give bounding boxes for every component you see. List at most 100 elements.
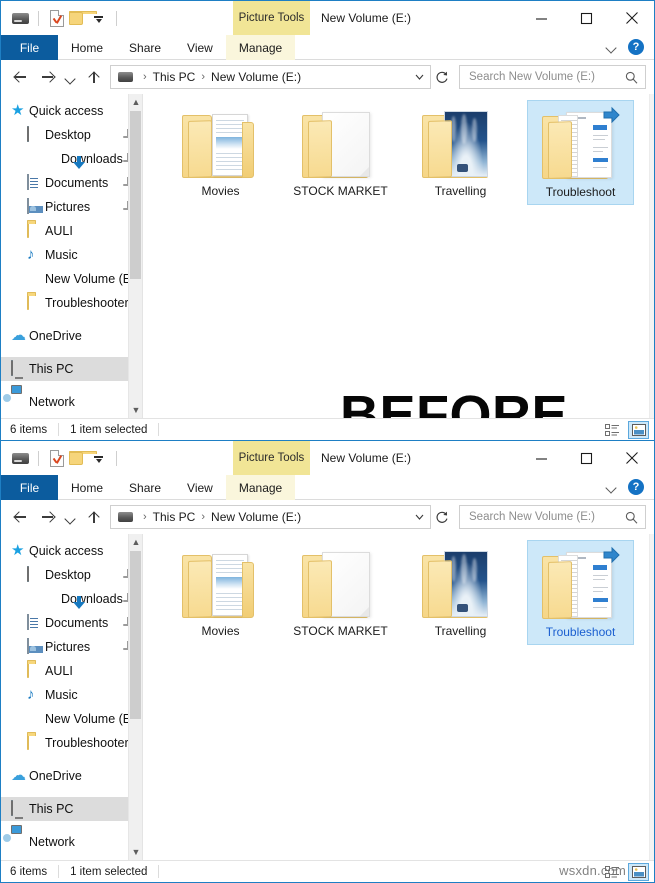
breadcrumb-this-pc[interactable]: This PC [153,510,196,524]
up-button[interactable] [80,503,107,531]
sidebar-item-this-pc[interactable]: This PC [1,797,142,821]
file-tile-travelling[interactable]: Travelling [407,540,514,645]
tab-manage[interactable]: Manage [225,35,296,60]
before-after-comparison: Picture Tools New Volume (E:) File Home … [0,0,655,883]
minimize-button[interactable] [519,1,564,35]
tab-file[interactable]: File [1,35,58,60]
drive-icon[interactable] [10,8,31,29]
item-count: 6 items [10,423,48,436]
tab-home[interactable]: Home [58,475,116,500]
tab-view[interactable]: View [174,35,226,60]
file-tile-movies[interactable]: Movies [167,100,274,205]
new-folder-icon[interactable] [67,8,97,29]
sidebar-item-downloads[interactable]: Downloads [1,587,142,611]
navigation-pane-scrollbar[interactable]: ▲ ▼ [128,94,142,418]
chevron-down-icon[interactable] [607,482,617,492]
sidebar-item-pictures[interactable]: Pictures [1,635,142,659]
drive-icon[interactable] [10,448,31,469]
sidebar-item-this-pc[interactable]: This PC [1,357,142,381]
large-icons-view-button[interactable] [628,421,649,439]
sidebar-item-troubleshooter[interactable]: Troubleshooter W [1,731,142,755]
up-button[interactable] [80,63,107,91]
sidebar-item-downloads[interactable]: Downloads [1,147,142,171]
sidebar-item-quick-access[interactable]: ★ Quick access [1,99,142,123]
refresh-icon[interactable] [431,506,453,528]
sidebar-item-label: AULI [45,224,73,238]
breadcrumb-new-volume[interactable]: New Volume (E:) [211,510,301,524]
file-tile-troubleshoot[interactable]: Troubleshoot [527,100,634,205]
properties-icon[interactable] [46,448,67,469]
sidebar-item-pictures[interactable]: Pictures [1,195,142,219]
file-list[interactable]: Movies STOCK MARKET Travelling Troublesh… [143,94,654,418]
sidebar-item-auli[interactable]: AULI [1,659,142,683]
scroll-down-icon[interactable]: ▼ [129,844,142,860]
chevron-down-icon[interactable] [607,42,617,52]
new-folder-icon[interactable] [67,448,97,469]
tab-share[interactable]: Share [116,35,174,60]
large-icons-view-button[interactable] [628,863,649,881]
scrollbar-thumb[interactable] [130,111,141,279]
ribbon-spacer [295,35,607,59]
file-tile-travelling[interactable]: Travelling [407,100,514,205]
forward-button[interactable] [34,503,61,531]
chevron-down-icon[interactable] [412,507,426,527]
sidebar-item-new-volume[interactable]: New Volume (E:) [1,267,142,291]
search-input[interactable]: Search New Volume (E:) [459,65,646,89]
recent-locations-dropdown[interactable] [61,63,80,91]
folder-with-media-thumbnail-icon [180,106,262,178]
help-icon[interactable]: ? [628,39,644,55]
status-divider [58,423,60,436]
navigation-pane-scrollbar[interactable]: ▲ ▼ [128,534,142,860]
sidebar-item-desktop[interactable]: Desktop [1,123,142,147]
sidebar-item-new-volume[interactable]: New Volume (E:) [1,707,142,731]
content-scrollbar[interactable] [649,94,654,418]
breadcrumb-this-pc[interactable]: This PC [153,70,196,84]
file-list[interactable]: Movies STOCK MARKET Travelling Troublesh… [143,534,654,860]
scroll-up-icon[interactable]: ▲ [129,94,142,110]
file-tile-troubleshoot[interactable]: Troubleshoot [527,540,634,645]
tab-share[interactable]: Share [116,475,174,500]
tab-manage[interactable]: Manage [225,475,296,500]
properties-icon[interactable] [46,8,67,29]
sidebar-item-network[interactable]: Network [1,385,142,414]
sidebar-item-music[interactable]: ♪ Music [1,683,142,707]
file-tile-stock-market[interactable]: STOCK MARKET [287,540,394,645]
forward-button[interactable] [34,63,61,91]
sidebar-item-documents[interactable]: Documents [1,171,142,195]
breadcrumb[interactable]: › This PC › New Volume (E:) [110,505,431,529]
search-input[interactable]: Search New Volume (E:) [459,505,646,529]
back-button[interactable] [7,503,34,531]
refresh-icon[interactable] [431,66,453,88]
maximize-button[interactable] [564,441,609,475]
details-view-button[interactable] [602,421,623,439]
sidebar-item-quick-access[interactable]: ★ Quick access [1,539,142,563]
close-button[interactable] [609,1,654,35]
minimize-button[interactable] [519,441,564,475]
file-tile-movies[interactable]: Movies [167,540,274,645]
tab-view[interactable]: View [174,475,226,500]
help-icon[interactable]: ? [628,479,644,495]
chevron-down-icon[interactable] [412,67,426,87]
tab-file[interactable]: File [1,475,58,500]
breadcrumb-new-volume[interactable]: New Volume (E:) [211,70,301,84]
file-tile-stock-market[interactable]: STOCK MARKET [287,100,394,205]
sidebar-item-auli[interactable]: AULI [1,219,142,243]
sidebar-item-onedrive[interactable]: ☁ OneDrive [1,324,142,348]
maximize-button[interactable] [564,1,609,35]
details-view-button[interactable] [602,863,623,881]
sidebar-item-documents[interactable]: Documents [1,611,142,635]
breadcrumb[interactable]: › This PC › New Volume (E:) [110,65,431,89]
back-button[interactable] [7,63,34,91]
scroll-up-icon[interactable]: ▲ [129,534,142,550]
sidebar-item-onedrive[interactable]: ☁ OneDrive [1,764,142,788]
content-scrollbar[interactable] [649,534,654,860]
sidebar-item-troubleshooter[interactable]: Troubleshooter W [1,291,142,315]
scrollbar-thumb[interactable] [130,551,141,719]
tab-home[interactable]: Home [58,35,116,60]
sidebar-item-music[interactable]: ♪ Music [1,243,142,267]
recent-locations-dropdown[interactable] [61,503,80,531]
sidebar-item-network[interactable]: Network [1,825,142,854]
scroll-down-icon[interactable]: ▼ [129,402,142,418]
sidebar-item-desktop[interactable]: Desktop [1,563,142,587]
close-button[interactable] [609,441,654,475]
